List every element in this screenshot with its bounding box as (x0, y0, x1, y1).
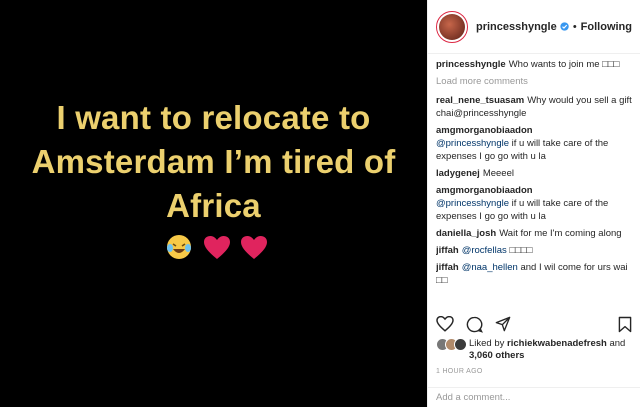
likes-prefix: Liked by (469, 338, 505, 349)
comment-item: jiffah @naa_hellen and I wil come for urs… (436, 261, 634, 287)
comment-username[interactable]: jiffah (436, 245, 459, 256)
comment-mention[interactable]: @naa_hellen (462, 262, 518, 273)
post-image-text: I want to relocate to Amsterdam I’m tire… (0, 96, 427, 272)
comment-item: ladygenej Meeeel (436, 167, 634, 180)
comment-button[interactable] (466, 316, 483, 333)
like-button[interactable] (436, 316, 454, 332)
header-username[interactable]: princesshyngle (476, 21, 557, 33)
liker-username[interactable]: richiekwabenadefresh (507, 338, 607, 349)
comment-text: □□□□ (509, 245, 533, 256)
heart-outline-icon (436, 316, 454, 332)
comment-text: Meeeel (482, 168, 514, 179)
caption-text: Who wants to join me □□□ (508, 59, 620, 70)
post-image-line-1: I want to relocate to (56, 99, 371, 136)
comment-username[interactable]: amgmorganobiaadon (436, 185, 533, 196)
comment-username[interactable]: daniella_josh (436, 228, 496, 239)
comment-item: real_nene_tsuasam Why would you sell a gi… (436, 94, 634, 120)
post-header: princesshyngle • Following (428, 0, 640, 54)
likes-others-link[interactable]: 3,060 others (469, 350, 524, 361)
comment-item: jiffah @rocfellas □□□□ (436, 244, 634, 257)
bookmark-icon (618, 316, 632, 332)
likes-text: Liked by richiekwabenadefresh and 3,060 … (469, 338, 632, 362)
comment-text: Wait for me I'm coming along (499, 228, 622, 239)
comment-item: amgmorganobiaadon @princesshyngle if u w… (436, 184, 634, 223)
heart-icon (240, 236, 267, 259)
post-image-line-3-text: Africa (166, 187, 261, 224)
comment-username[interactable]: jiffah (436, 262, 459, 273)
likes-summary: Liked by richiekwabenadefresh and 3,060 … (436, 338, 632, 362)
comment-username[interactable]: real_nene_tsuasam (436, 95, 524, 106)
comment-item: daniella_josh Wait for me I'm coming alon… (436, 227, 634, 240)
post-timestamp[interactable]: 1 HOUR AGO (436, 368, 483, 375)
comment-username[interactable]: amgmorganobiaadon (436, 125, 533, 136)
heart-icon (203, 236, 230, 259)
save-button[interactable] (618, 316, 632, 333)
comment-mention[interactable]: @princesshyngle (436, 138, 509, 149)
likes-and: and (609, 338, 626, 349)
post-image[interactable]: I want to relocate to Amsterdam I’m tire… (0, 0, 427, 407)
avatar[interactable] (436, 10, 468, 43)
emoji-group (6, 228, 427, 272)
add-comment-input[interactable] (436, 392, 632, 403)
comment-list: princesshyngle Who wants to join me □□□ L… (436, 58, 634, 303)
comment-mention[interactable]: @rocfellas (462, 245, 507, 256)
laughing-tears-emoji-icon (167, 235, 192, 259)
add-comment-bar (428, 387, 640, 407)
post-image-line-3: Africa (0, 184, 427, 272)
action-bar (436, 313, 632, 335)
share-icon (495, 316, 511, 332)
caption-username[interactable]: princesshyngle (436, 59, 506, 70)
comments-panel: princesshyngle • Following princesshyngl… (427, 0, 640, 407)
share-button[interactable] (495, 316, 511, 332)
comment-bubble-icon (466, 316, 483, 333)
comment-username[interactable]: ladygenej (436, 168, 480, 179)
post-image-line-2: Amsterdam I’m tired of (31, 143, 396, 180)
liker-avatars (436, 338, 467, 351)
header-separator: • (572, 20, 577, 33)
comment-item: amgmorganobiaadon @princesshyngle if u w… (436, 124, 634, 163)
caption: princesshyngle Who wants to join me □□□ (436, 58, 634, 71)
post-frame: I want to relocate to Amsterdam I’m tire… (0, 0, 640, 407)
load-more-comments-link[interactable]: Load more comments (436, 75, 634, 88)
comment-mention[interactable]: @princesshyngle (436, 198, 509, 209)
following-button[interactable]: Following (581, 21, 632, 33)
verified-badge-icon (560, 22, 569, 31)
